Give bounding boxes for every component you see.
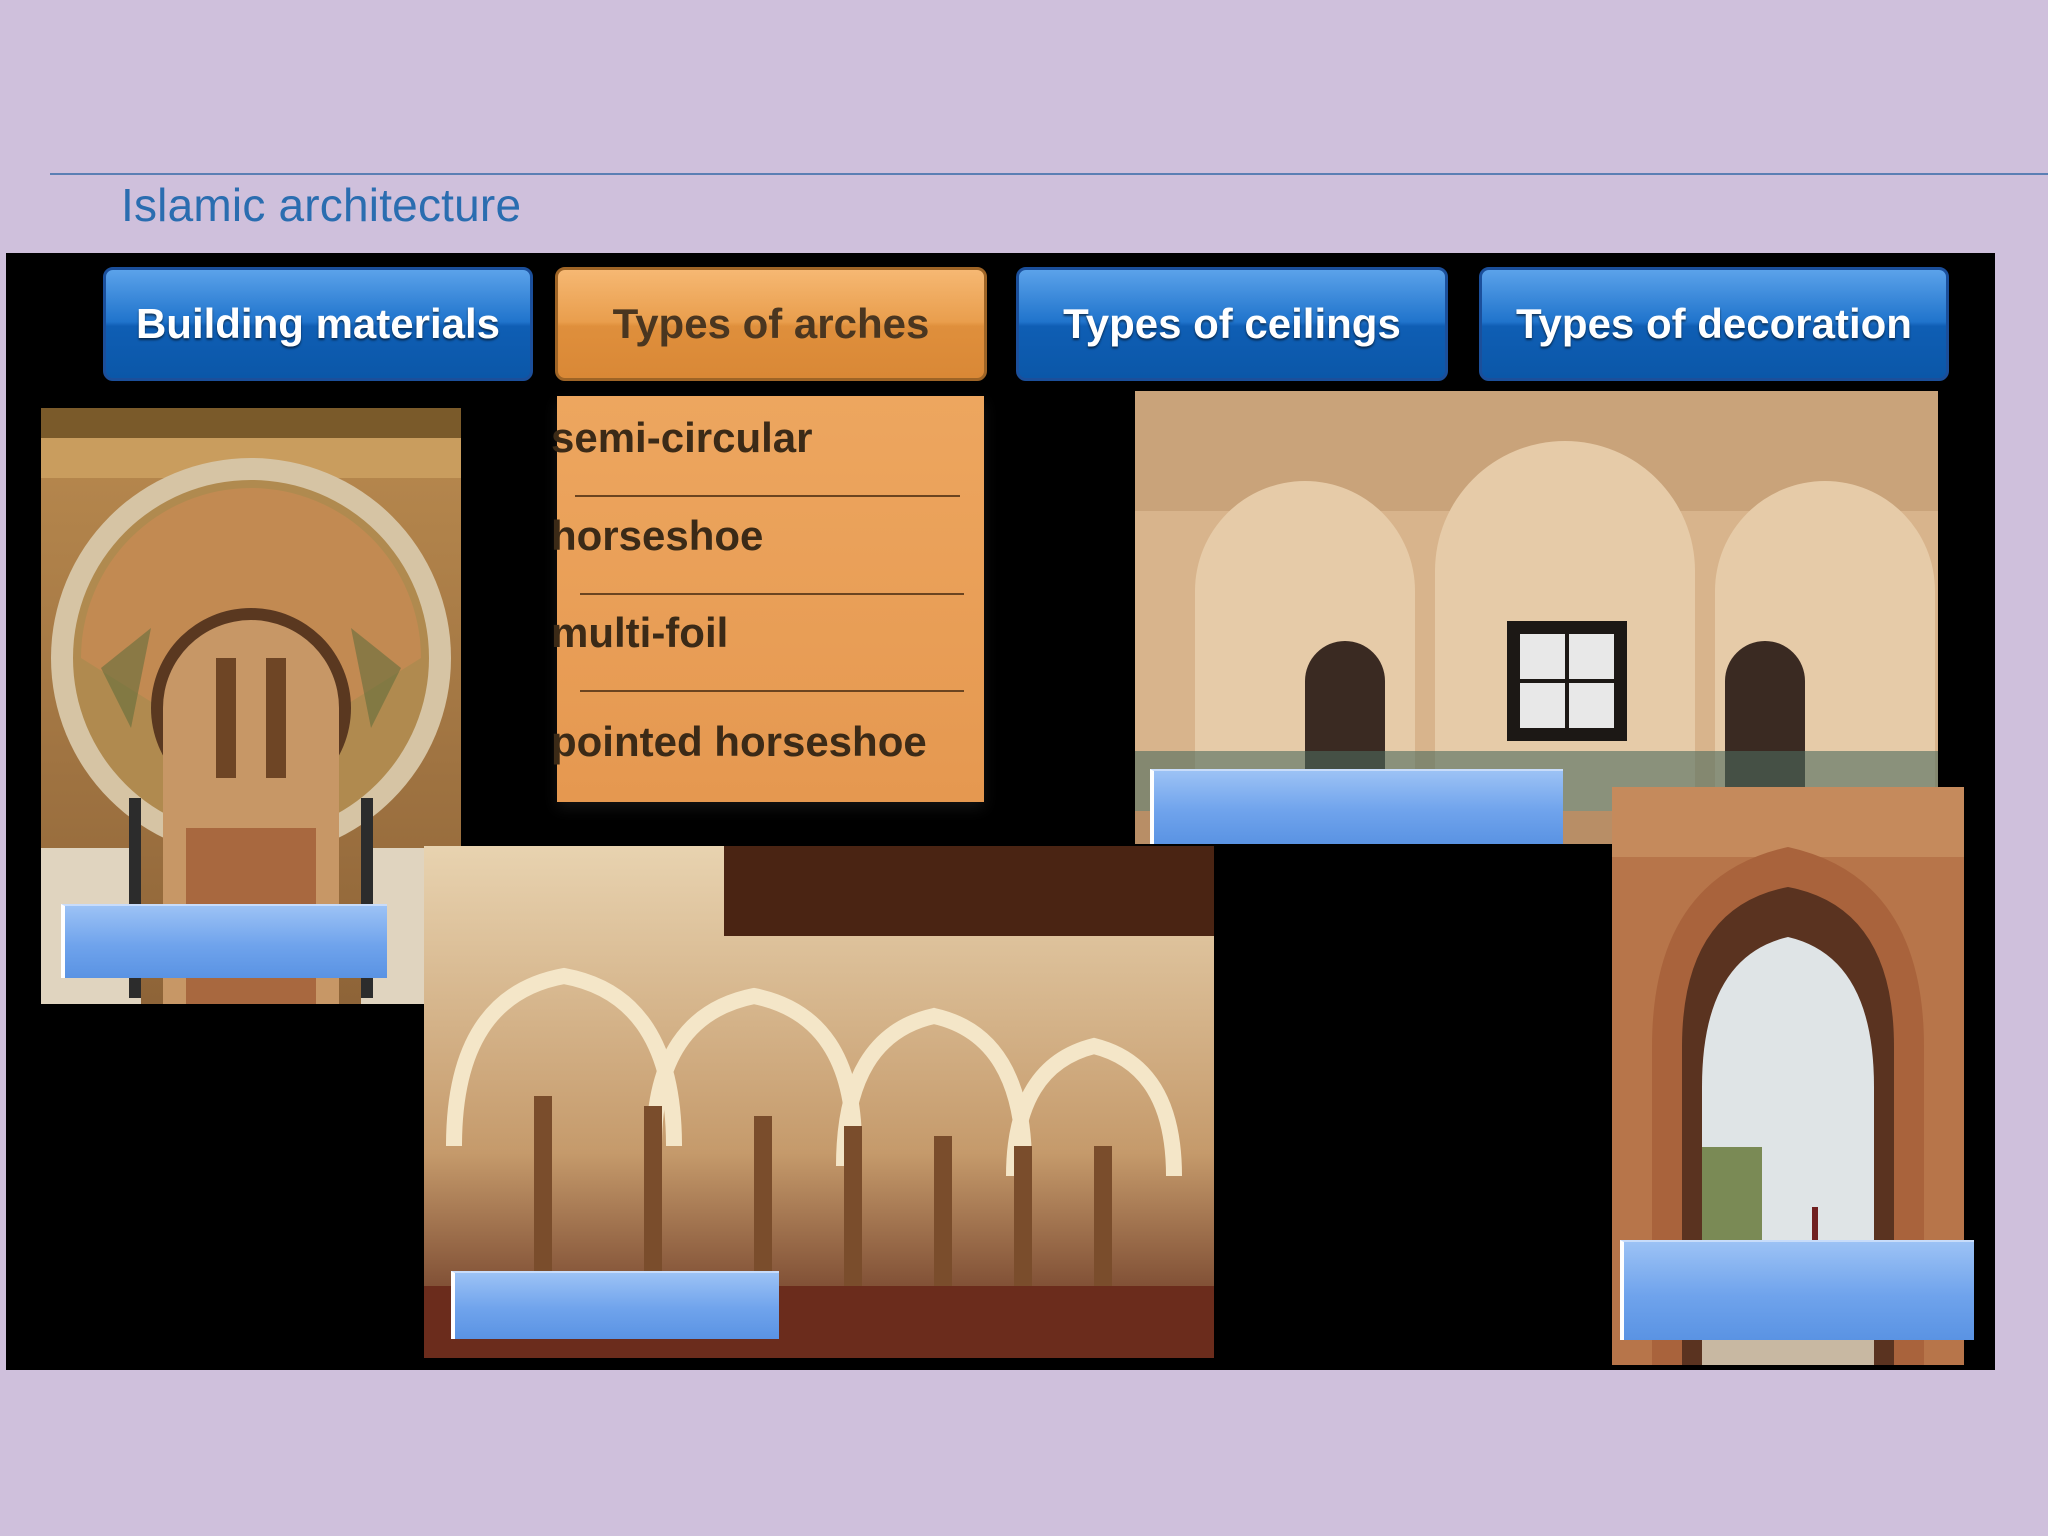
menu-divider xyxy=(580,690,964,692)
answer-box-pointed-horseshoe[interactable] xyxy=(1620,1240,1974,1340)
tab-types-of-decoration[interactable]: Types of decoration xyxy=(1479,267,1949,381)
answer-box-multifoil[interactable] xyxy=(451,1271,779,1339)
menu-item-pointed-horseshoe[interactable]: pointed horseshoe xyxy=(551,718,927,766)
menu-item-horseshoe[interactable]: horseshoe xyxy=(551,512,763,560)
tab-label: Types of ceilings xyxy=(1063,300,1401,347)
title-divider xyxy=(50,173,2048,175)
tab-types-of-ceilings[interactable]: Types of ceilings xyxy=(1016,267,1448,381)
slide-title: Islamic architecture xyxy=(121,179,522,231)
menu-item-multi-foil[interactable]: multi-foil xyxy=(551,609,728,657)
answer-box-mihrab[interactable] xyxy=(61,904,387,978)
tab-label: Types of decoration xyxy=(1516,300,1912,347)
menu-divider xyxy=(580,593,964,595)
activity-stage: Building materials Types of arches Types… xyxy=(6,253,1995,1370)
menu-item-semi-circular[interactable]: semi-circular xyxy=(551,414,812,462)
arches-dropdown-menu: semi-circular horseshoe multi-foil point… xyxy=(551,396,984,802)
menu-divider xyxy=(575,495,960,497)
tab-types-of-arches[interactable]: Types of arches xyxy=(555,267,987,381)
tab-label: Types of arches xyxy=(612,300,930,347)
answer-box-semicircular[interactable] xyxy=(1150,769,1563,844)
tab-building-materials[interactable]: Building materials xyxy=(103,267,533,381)
tab-label: Building materials xyxy=(135,300,501,347)
